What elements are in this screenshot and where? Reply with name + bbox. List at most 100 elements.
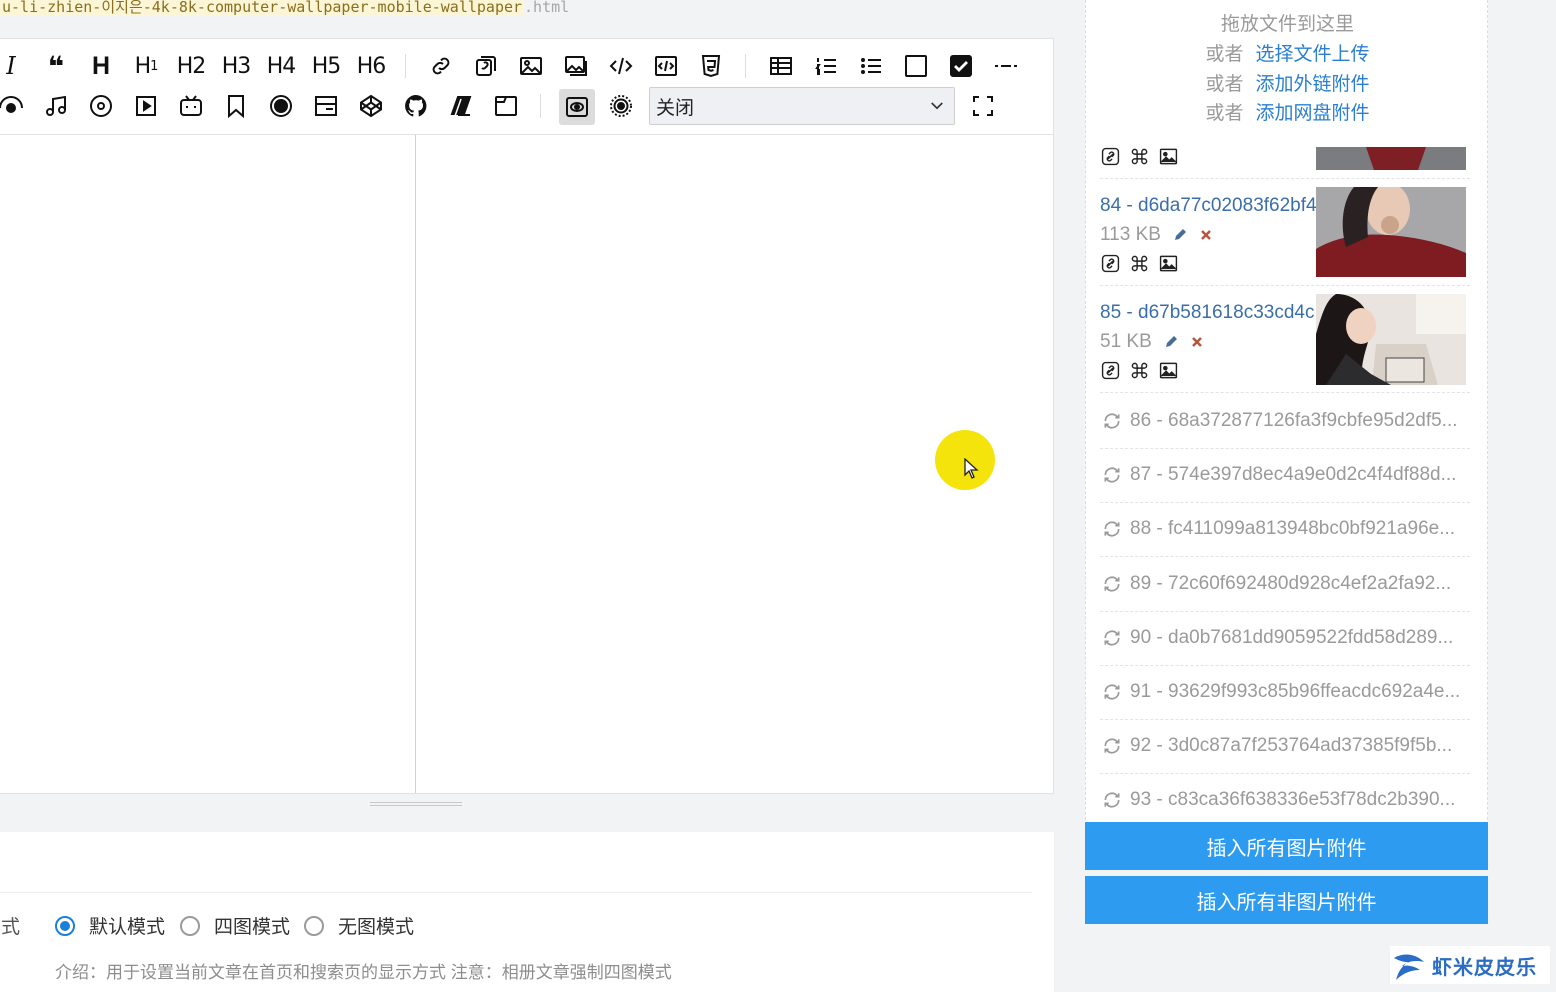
command-icon[interactable]	[1129, 360, 1149, 380]
italic-icon[interactable]: I	[0, 49, 28, 83]
slug-line: u-li-zhien-이지은-4k-8k-computer-wallpaper-…	[0, 0, 569, 16]
divider	[0, 892, 1032, 893]
radio-four-image-mode[interactable]: 四图模式	[180, 912, 290, 939]
attachment-thumbnail[interactable]	[1316, 147, 1466, 170]
preview-icon[interactable]	[559, 89, 595, 125]
edit-pencil-icon[interactable]	[1164, 335, 1178, 349]
or-label: 或者	[1205, 44, 1244, 65]
or-label: 或者	[1205, 74, 1244, 95]
bookmark-icon[interactable]	[219, 89, 253, 123]
pending-upload-item: 90 - da0b7681dd9059522fdd58d289...	[1102, 627, 1474, 649]
unordered-list-icon[interactable]	[854, 49, 888, 83]
pending-upload-name: 91 - 93629f993c85b96ffeacdc692a4e...	[1130, 681, 1461, 702]
pending-upload-name: 86 - 68a372877126fa3f9cbfe95d2df5...	[1130, 410, 1458, 431]
checkbox-checked-icon[interactable]	[944, 49, 978, 83]
reference-icon[interactable]	[469, 49, 503, 83]
command-icon[interactable]	[1129, 146, 1149, 166]
insert-all-non-images-button[interactable]: 插入所有非图片附件	[1085, 876, 1488, 924]
loading-refresh-icon	[1102, 790, 1122, 810]
chevron-down-icon	[928, 97, 946, 115]
display-mode-settings: 方式 默认模式 四图模式 无图模式 介绍：用于设置当前文章在首页和搜索页的显示方…	[0, 832, 1054, 992]
card-icon[interactable]	[309, 89, 343, 123]
attachment-name[interactable]: 85 - d67b581618c33cd4c	[1100, 302, 1316, 324]
radio-circle[interactable]	[55, 915, 75, 936]
loading-refresh-icon	[1102, 682, 1122, 702]
slug-text: u-li-zhien-이지은-4k-8k-computer-wallpaper-…	[0, 0, 525, 16]
pending-upload-name: 89 - 72c60f692480d928c4ef2a2fa92...	[1130, 572, 1452, 594]
video-icon[interactable]	[129, 89, 163, 123]
radio-circle[interactable]	[304, 915, 324, 936]
attachment-actions	[1100, 146, 1178, 166]
h2-icon[interactable]: H2	[174, 49, 208, 83]
toolbar-separator	[540, 94, 541, 118]
mode-select[interactable]: 关闭	[649, 87, 955, 125]
add-netdisk-attachment-link[interactable]: 添加网盘附件	[1256, 103, 1370, 124]
html5-icon[interactable]	[694, 49, 728, 83]
h4-icon[interactable]: H4	[264, 49, 298, 83]
eye-icon[interactable]	[0, 89, 28, 123]
codepen-icon[interactable]	[354, 89, 388, 123]
mouse-cursor-icon	[964, 458, 979, 479]
attachment-thumbnail[interactable]	[1316, 294, 1466, 385]
delete-x-icon[interactable]	[1190, 335, 1204, 349]
insert-image-icon[interactable]	[1158, 146, 1178, 166]
insert-link-icon[interactable]	[1100, 253, 1120, 273]
h1-icon[interactable]: H1	[129, 49, 163, 83]
insert-image-icon[interactable]	[1158, 253, 1178, 273]
loading-refresh-icon	[1102, 465, 1122, 485]
select-file-upload-link[interactable]: 选择文件上传	[1256, 44, 1370, 65]
resize-handle[interactable]	[370, 800, 462, 808]
quote-icon[interactable]: ❝	[39, 49, 73, 83]
radio-label: 默认模式	[89, 917, 166, 938]
editor-toolbar: I ❝ H H1 H2 H3 H4 H5 H6 关闭	[0, 39, 1053, 135]
netdisk-row: 或者 添加网盘附件	[1086, 98, 1489, 125]
ordered-list-icon[interactable]	[809, 49, 843, 83]
editor-input-pane[interactable]	[0, 135, 416, 793]
radio-circle[interactable]	[180, 915, 200, 936]
edit-pencil-icon[interactable]	[1173, 228, 1187, 242]
code-block-icon[interactable]	[649, 49, 683, 83]
h1-letter: H	[134, 53, 152, 79]
command-icon[interactable]	[1129, 253, 1149, 273]
radio-default-mode[interactable]: 默认模式	[55, 912, 165, 939]
record-icon[interactable]	[264, 89, 298, 123]
pending-upload-name: 90 - da0b7681dd9059522fdd58d289...	[1130, 626, 1454, 648]
github-icon[interactable]	[399, 89, 433, 123]
book-icon[interactable]	[444, 89, 478, 123]
watermark-logo: 虾米皮皮乐	[1390, 946, 1550, 984]
h2-letter: H	[176, 53, 194, 79]
disc-icon[interactable]	[84, 89, 118, 123]
table-icon[interactable]	[764, 49, 798, 83]
link-icon[interactable]	[424, 49, 458, 83]
radio-label: 四图模式	[214, 917, 291, 938]
image-icon[interactable]	[514, 49, 548, 83]
image-gallery-icon[interactable]	[559, 49, 593, 83]
or-label: 或者	[1205, 103, 1244, 124]
insert-link-icon[interactable]	[1100, 360, 1120, 380]
add-external-attachment-link[interactable]: 添加外链附件	[1256, 74, 1370, 95]
bilibili-icon[interactable]	[174, 89, 208, 123]
h3-icon[interactable]: H3	[219, 49, 253, 83]
window-icon[interactable]	[489, 89, 523, 123]
target-icon[interactable]	[604, 89, 638, 123]
attachment-name[interactable]: 84 - d6da77c02083f62bf4	[1100, 195, 1316, 217]
slug-extension: .html	[524, 0, 570, 16]
checkbox-empty-icon[interactable]	[899, 49, 933, 83]
radio-no-image-mode[interactable]: 无图模式	[304, 912, 414, 939]
horizontal-rule-icon[interactable]	[989, 49, 1023, 83]
insert-link-icon[interactable]	[1100, 146, 1120, 166]
fullscreen-icon[interactable]	[966, 89, 1000, 123]
code-icon[interactable]	[604, 49, 638, 83]
attachment-thumbnail[interactable]	[1316, 187, 1466, 277]
h6-number: 6	[372, 53, 386, 79]
insert-all-images-button[interactable]: 插入所有图片附件	[1085, 822, 1488, 870]
h6-icon[interactable]: H6	[354, 49, 388, 83]
h1-number: 1	[150, 58, 158, 74]
h5-number: 5	[327, 53, 341, 79]
delete-x-icon[interactable]	[1199, 228, 1213, 242]
h5-icon[interactable]: H5	[309, 49, 343, 83]
heading-icon[interactable]: H	[84, 49, 118, 83]
insert-image-icon[interactable]	[1158, 360, 1178, 380]
music-icon[interactable]	[39, 89, 73, 123]
divider	[1100, 502, 1470, 504]
